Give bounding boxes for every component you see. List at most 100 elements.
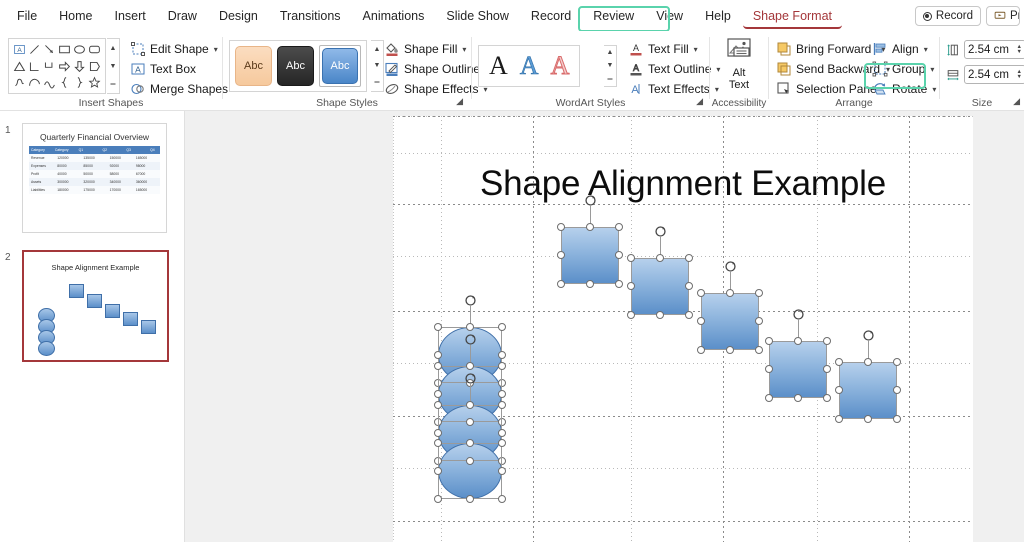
- gallery-scroll-down-icon[interactable]: ▼: [110, 63, 117, 70]
- handle[interactable]: [685, 311, 693, 319]
- shape-right-brace-icon[interactable]: [72, 75, 87, 90]
- wordart-scroll-down-icon[interactable]: ▼: [607, 62, 614, 69]
- handle[interactable]: [755, 346, 763, 354]
- shapes-gallery-scroll[interactable]: ▲ ▼ ═: [107, 38, 120, 94]
- handle[interactable]: [434, 467, 442, 475]
- shape-rounded-rect-icon[interactable]: [87, 42, 102, 57]
- handle[interactable]: [627, 311, 635, 319]
- handle[interactable]: [466, 401, 474, 409]
- gallery-scroll-up-icon[interactable]: ▲: [110, 45, 117, 52]
- shape-width-input[interactable]: 2.54 cm: [968, 69, 1017, 81]
- square-shape-4[interactable]: [769, 341, 827, 398]
- handle[interactable]: [498, 323, 506, 331]
- handle[interactable]: [498, 362, 506, 370]
- handle[interactable]: [893, 415, 901, 423]
- handle[interactable]: [794, 337, 802, 345]
- square-shape-2[interactable]: [631, 258, 689, 315]
- wordart-style-blue[interactable]: A: [519, 52, 538, 79]
- rotate-button[interactable]: Rotate ▾: [868, 79, 940, 99]
- handle[interactable]: [498, 439, 506, 447]
- handle[interactable]: [557, 251, 565, 259]
- handle[interactable]: [697, 317, 705, 325]
- shape-left-brace-icon[interactable]: [57, 75, 72, 90]
- handle[interactable]: [697, 289, 705, 297]
- tab-design[interactable]: Design: [209, 3, 268, 29]
- handle[interactable]: [466, 439, 474, 447]
- handle[interactable]: [586, 223, 594, 231]
- slide-title-text[interactable]: Shape Alignment Example: [393, 164, 973, 204]
- tab-insert[interactable]: Insert: [105, 3, 156, 29]
- tab-help[interactable]: Help: [695, 3, 741, 29]
- chevron-down-icon[interactable]: ▾: [462, 45, 466, 54]
- tab-transitions[interactable]: Transitions: [270, 3, 351, 29]
- handle[interactable]: [498, 467, 506, 475]
- handle[interactable]: [615, 280, 623, 288]
- handle[interactable]: [466, 418, 474, 426]
- shape-arrow-line-icon[interactable]: [42, 42, 57, 57]
- slide-editing-area[interactable]: Shape Alignment Example: [185, 111, 1024, 542]
- handle[interactable]: [765, 394, 773, 402]
- handle[interactable]: [434, 401, 442, 409]
- handle[interactable]: [557, 280, 565, 288]
- rotate-handle-icon[interactable]: [464, 372, 477, 385]
- handle[interactable]: [434, 362, 442, 370]
- shape-curve-icon[interactable]: [27, 75, 42, 90]
- align-button[interactable]: Align ▾: [868, 39, 940, 59]
- style-more-icon[interactable]: ═: [375, 79, 380, 86]
- shape-scribble-icon[interactable]: [12, 75, 27, 90]
- tab-view[interactable]: View: [646, 3, 693, 29]
- shape-styles-gallery[interactable]: Abc Abc Abc: [229, 40, 367, 92]
- handle[interactable]: [685, 254, 693, 262]
- shape-styles-dialog-launcher[interactable]: ◢: [456, 96, 463, 107]
- handle[interactable]: [627, 282, 635, 290]
- handle[interactable]: [434, 495, 442, 503]
- tab-slide-show[interactable]: Slide Show: [436, 3, 519, 29]
- wordart-style-outline[interactable]: A: [550, 52, 570, 79]
- shape-width-stepper[interactable]: ▲ ▼: [1017, 69, 1022, 80]
- slide-1-preview[interactable]: Quarterly Financial Overview Category Ca…: [22, 123, 167, 233]
- shape-height-input[interactable]: 2.54 cm: [968, 44, 1017, 56]
- handle[interactable]: [434, 418, 442, 426]
- handle[interactable]: [864, 415, 872, 423]
- handle[interactable]: [765, 365, 773, 373]
- shape-arc-icon[interactable]: [42, 75, 57, 90]
- handle[interactable]: [835, 415, 843, 423]
- handle[interactable]: [893, 358, 901, 366]
- group-button[interactable]: Group ▾: [868, 59, 940, 79]
- alt-text-button[interactable]: Alt Text: [718, 37, 760, 91]
- chevron-down-icon[interactable]: ▾: [924, 45, 928, 54]
- handle[interactable]: [864, 358, 872, 366]
- chevron-down-icon[interactable]: ▾: [694, 45, 698, 54]
- handle[interactable]: [466, 495, 474, 503]
- shape-style-dark[interactable]: Abc: [277, 46, 314, 86]
- tab-shape-format[interactable]: Shape Format: [742, 3, 843, 29]
- handle[interactable]: [498, 457, 506, 465]
- shape-pentagon-icon[interactable]: [87, 59, 102, 74]
- handle[interactable]: [697, 346, 705, 354]
- handle[interactable]: [794, 394, 802, 402]
- handle[interactable]: [434, 439, 442, 447]
- handle[interactable]: [823, 394, 831, 402]
- handle[interactable]: [434, 429, 442, 437]
- handle[interactable]: [755, 289, 763, 297]
- handle[interactable]: [615, 223, 623, 231]
- shape-elbow-connector-icon[interactable]: [27, 59, 42, 74]
- handle[interactable]: [498, 401, 506, 409]
- slide-thumbnail-2[interactable]: 2 Shape Alignment Example: [0, 250, 185, 362]
- handle[interactable]: [835, 386, 843, 394]
- chevron-down-icon[interactable]: ▾: [214, 45, 218, 54]
- square-shape-3[interactable]: [701, 293, 759, 350]
- handle[interactable]: [835, 358, 843, 366]
- wordart-style-black[interactable]: A: [489, 53, 508, 79]
- tab-file[interactable]: File: [7, 3, 47, 29]
- slide-thumbnail-1[interactable]: 1 Quarterly Financial Overview Category …: [0, 123, 185, 243]
- handle[interactable]: [893, 386, 901, 394]
- handle[interactable]: [755, 317, 763, 325]
- rotate-handle-icon[interactable]: [464, 333, 477, 346]
- wordart-more-icon[interactable]: ═: [608, 76, 613, 83]
- rotate-handle-icon[interactable]: [654, 225, 667, 238]
- circle-shape-4[interactable]: [438, 443, 502, 499]
- square-shape-1[interactable]: [561, 227, 619, 284]
- handle[interactable]: [466, 457, 474, 465]
- gallery-more-icon[interactable]: ═: [111, 81, 116, 88]
